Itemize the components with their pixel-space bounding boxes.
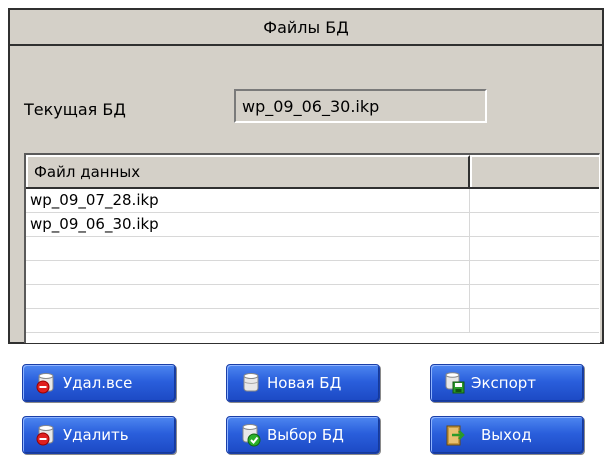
- column-header-data-file[interactable]: Файл данных: [26, 155, 470, 187]
- table-row[interactable]: wp_09_07_28.ikp: [26, 189, 599, 213]
- table-cell: [26, 261, 470, 284]
- table-header: Файл данных: [26, 155, 599, 189]
- current-db-label: Текущая БД: [24, 100, 126, 119]
- delete-all-button[interactable]: Удал.все: [22, 364, 176, 402]
- export-label: Экспорт: [471, 374, 537, 392]
- delete-all-label: Удал.все: [63, 374, 133, 392]
- db-new-icon: [239, 371, 263, 395]
- table-row[interactable]: [26, 261, 599, 285]
- table-cell: [26, 285, 470, 308]
- select-db-button[interactable]: Выбор БД: [226, 416, 380, 454]
- column-header-extra[interactable]: [470, 155, 599, 187]
- delete-button[interactable]: Удалить: [22, 416, 176, 454]
- table-row[interactable]: wp_09_06_30.ikp: [26, 213, 599, 237]
- new-db-label: Новая БД: [267, 374, 342, 392]
- table-row[interactable]: [26, 237, 599, 261]
- db-select-icon: [239, 423, 263, 447]
- table-cell: [26, 237, 470, 260]
- select-db-label: Выбор БД: [267, 426, 344, 444]
- table-body: wp_09_07_28.ikp wp_09_06_30.ikp: [26, 189, 599, 343]
- table-cell: [26, 309, 470, 332]
- db-export-icon: [443, 371, 467, 395]
- db-delete-icon: [35, 371, 59, 395]
- delete-label: Удалить: [63, 426, 129, 444]
- exit-label: Выход: [481, 426, 532, 444]
- panel-title: Файлы БД: [10, 10, 602, 46]
- table-row[interactable]: [26, 309, 599, 333]
- table-cell: wp_09_06_30.ikp: [26, 213, 470, 236]
- db-files-table[interactable]: Файл данных wp_09_07_28.ikp wp_09_06_30.…: [24, 153, 600, 343]
- exit-door-icon: [443, 423, 467, 447]
- db-files-panel: Файлы БД Текущая БД wp_09_06_30.ikp Файл…: [8, 8, 604, 344]
- table-cell: wp_09_07_28.ikp: [26, 189, 470, 212]
- new-db-button[interactable]: Новая БД: [226, 364, 380, 402]
- exit-button[interactable]: Выход: [430, 416, 584, 454]
- current-db-field: wp_09_06_30.ikp: [234, 89, 487, 123]
- db-remove-icon: [35, 423, 59, 447]
- export-button[interactable]: Экспорт: [430, 364, 584, 402]
- table-row[interactable]: [26, 285, 599, 309]
